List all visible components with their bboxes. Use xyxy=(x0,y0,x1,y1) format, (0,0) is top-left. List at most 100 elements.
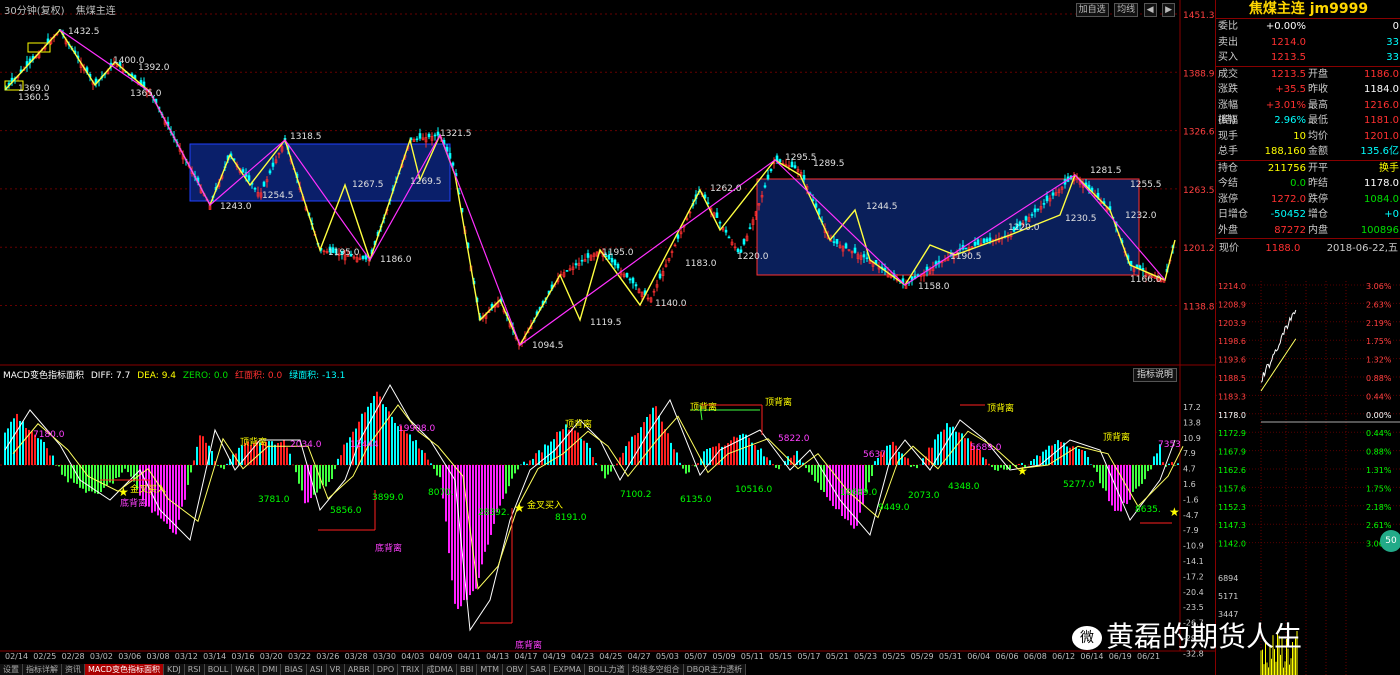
macd-bar xyxy=(574,430,576,465)
price-annotation: 1190.5 xyxy=(950,252,982,262)
tab-item[interactable]: 资讯 xyxy=(62,664,85,675)
tab-item[interactable]: 均线多空组合 xyxy=(628,664,684,675)
macd-axis-label: -14.1 xyxy=(1183,557,1204,566)
kline-chart-area[interactable]: 1451.3 1388.9 1326.6 1263.5 1201.2 1138.8 1432… xyxy=(0,0,1215,675)
price-annotation: 1360.5 xyxy=(18,93,50,103)
macd-bar xyxy=(823,465,825,492)
candle-body xyxy=(418,133,422,139)
quote-value-2: 33 xyxy=(1386,36,1399,48)
macd-bar xyxy=(1105,465,1107,491)
macd-bar xyxy=(10,421,12,465)
quote-row: 振幅 2.96% 最低 1181.0 xyxy=(1216,113,1400,129)
tab-item[interactable]: BOLL xyxy=(204,664,233,675)
macd-bar xyxy=(502,465,504,499)
tab-item[interactable]: W&R xyxy=(232,664,260,675)
macd-bar xyxy=(1153,456,1155,465)
date-tick: 05/15 xyxy=(769,652,793,661)
date-tick: 03/02 xyxy=(89,652,113,661)
tab-item[interactable]: BOLL力道 xyxy=(585,664,629,675)
price-annotation: 1243.0 xyxy=(220,202,252,212)
candle-body xyxy=(769,169,773,172)
candle-body xyxy=(427,133,431,138)
macd-bar xyxy=(913,465,915,467)
macd-bar xyxy=(367,406,369,465)
tab-item[interactable]: TRIX xyxy=(398,664,424,675)
add-favorite-button[interactable]: 加自选 xyxy=(1075,3,1109,17)
instrument-label: 焦煤主连 xyxy=(75,6,116,17)
macd-annotation: 7100.2 xyxy=(620,490,652,500)
candle-body xyxy=(253,187,257,190)
macd-bar xyxy=(808,465,810,473)
tab-item[interactable]: ARBR xyxy=(344,664,374,675)
macd-axis-label: -10.9 xyxy=(1183,542,1204,551)
quote-row: 成交 1213.5 开盘 1186.0 xyxy=(1216,65,1400,83)
macd-annotation: 7180.0 xyxy=(33,430,65,440)
quote-value: 1272.0 xyxy=(1271,193,1306,205)
candle-body xyxy=(1036,208,1040,211)
date-axis: 02/14 02/25 02/28 03/02 03/06 03/08 03/12 03/14… xyxy=(0,652,1180,664)
macd-bar xyxy=(478,465,480,578)
tab-item[interactable]: ASI xyxy=(306,664,327,675)
next-button[interactable]: ▶ xyxy=(1162,3,1175,17)
tab-item[interactable]: EXPMA xyxy=(550,664,586,675)
candle-body xyxy=(988,237,992,242)
macd-bar xyxy=(322,465,324,485)
indicator-help-button[interactable]: 指标说明 xyxy=(1133,368,1178,382)
tab-item[interactable]: KDJ xyxy=(163,664,185,675)
tab-item[interactable]: VR xyxy=(326,664,345,675)
candle-body xyxy=(778,159,782,163)
prev-button[interactable]: ◀ xyxy=(1143,3,1157,17)
tab-item[interactable]: DPO xyxy=(373,664,399,675)
tab-item[interactable]: DMI xyxy=(259,664,282,675)
macd-bar xyxy=(622,452,624,465)
tab-item[interactable]: 设置 xyxy=(0,664,23,675)
macd-bar xyxy=(283,440,285,465)
macd-name: MACD变色指标面积 xyxy=(3,371,84,381)
macd-bar xyxy=(553,439,555,465)
tab-item[interactable]: 成DMA xyxy=(423,664,458,675)
macd-bar xyxy=(1093,465,1095,468)
macd-bar xyxy=(760,448,762,465)
price-annotation: 1230.5 xyxy=(1065,214,1097,224)
quote-value-2: 1201.0 xyxy=(1364,130,1399,142)
macd-bar xyxy=(52,455,54,465)
tab-item[interactable]: 指标详解 xyxy=(23,664,62,675)
date-tick: 04/25 xyxy=(599,652,623,661)
macd-bar xyxy=(898,451,900,465)
macd-bar xyxy=(79,465,81,488)
macd-annotation: 5689.0 xyxy=(970,443,1002,453)
candle-body xyxy=(982,238,986,244)
macd-bar xyxy=(676,452,678,465)
mini-axis-left: 1208.9 xyxy=(1218,300,1246,309)
macd-bar xyxy=(325,465,327,487)
date-tick: 05/25 xyxy=(882,652,906,661)
tab-item[interactable]: RSI xyxy=(184,664,205,675)
kline-svg[interactable]: 1451.3 1388.9 1326.6 1263.5 1201.2 1138.8 1432… xyxy=(0,0,1215,675)
quote-label-2: 跌停 xyxy=(1308,193,1328,205)
tab-item[interactable]: MACD变色指标面积 xyxy=(85,664,164,675)
tab-item[interactable]: OBV xyxy=(503,664,528,675)
date-tick: 03/22 xyxy=(288,652,312,661)
macd-bar xyxy=(196,446,198,465)
tab-item[interactable]: DBQR主力透析 xyxy=(683,664,747,675)
candle-body xyxy=(580,259,584,262)
chart-toolbar: 加自选 均线 ◀ ▶ xyxy=(1074,2,1175,17)
macd-annotation: 金叉买入 xyxy=(527,499,563,511)
macd-bar xyxy=(997,465,999,471)
tab-item[interactable]: SAR xyxy=(527,664,551,675)
quote-label-2: 内盘 xyxy=(1308,224,1328,236)
macd-bar xyxy=(40,439,42,465)
candle-body xyxy=(802,175,806,180)
price-annotation: 1094.5 xyxy=(532,341,564,351)
price-annotation: 1119.5 xyxy=(590,318,622,328)
ma-button[interactable]: 均线 xyxy=(1114,3,1139,17)
price-annotation: 1369.0 xyxy=(18,84,50,94)
tab-item[interactable]: BIAS xyxy=(281,664,307,675)
float-circle-button[interactable]: 50 xyxy=(1380,530,1400,552)
macd-annotation: 6135.0 xyxy=(680,495,712,505)
tab-item[interactable]: BBI xyxy=(457,664,478,675)
macd-bar xyxy=(211,450,213,465)
quote-label-2: 开盘 xyxy=(1308,68,1328,80)
tab-item[interactable]: MTM xyxy=(477,664,504,675)
macd-diff: DIFF: 7.7 xyxy=(90,371,131,381)
